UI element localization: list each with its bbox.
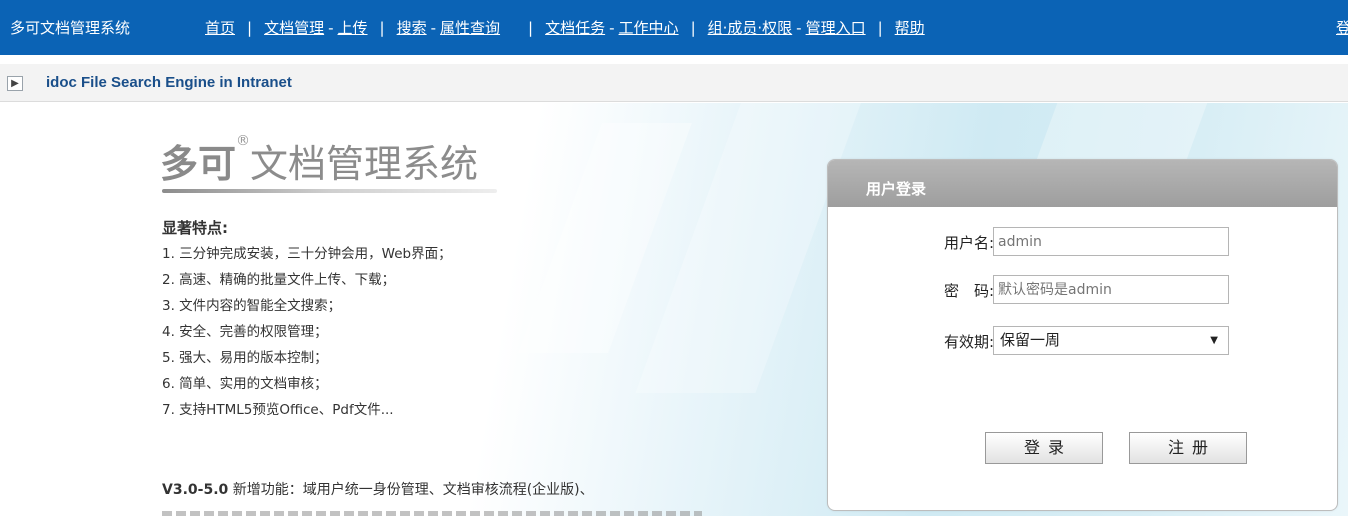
main-area: 多可®文档管理系统 显著特点: 1. 三分钟完成安装，三十分钟会用，Web界面；… xyxy=(0,103,1348,516)
validity-select[interactable]: 保留一周 ▼ xyxy=(993,326,1229,355)
nav-dash: - xyxy=(328,19,334,37)
expand-arrow-icon[interactable]: ▶ xyxy=(7,76,23,91)
password-input[interactable] xyxy=(993,275,1229,304)
nav-separator: | xyxy=(528,19,534,37)
validity-value: 保留一周 xyxy=(1000,331,1061,349)
nav-separator: | xyxy=(690,19,696,37)
feature-item: 7. 支持HTML5预览Office、Pdf文件... xyxy=(162,402,394,418)
nav-upload[interactable]: 上传 xyxy=(338,19,368,37)
feature-item: 3. 文件内容的智能全文搜索； xyxy=(162,298,342,314)
top-nav-bar: 多可文档管理系统 首页 | 文档管理 - 上传 | 搜索 - 属性查询 | 文档任务 - 工作中心 | 组·… xyxy=(0,0,1348,55)
nav-attribute-query[interactable]: 属性查询 xyxy=(440,19,500,37)
nav-doc-tasks[interactable]: 文档任务 xyxy=(545,19,605,37)
login-panel-title: 用户登录 xyxy=(828,160,1337,207)
logo-underline xyxy=(162,189,497,193)
feature-heading: 显著特点: xyxy=(162,219,228,237)
nav-dash: - xyxy=(430,19,437,37)
chevron-down-icon: ▼ xyxy=(1210,335,1218,346)
truncated-text-line xyxy=(162,505,702,516)
nav-doc-management[interactable]: 文档管理 xyxy=(264,19,324,37)
sub-header: ▶ idoc File Search Engine in Intranet xyxy=(0,64,1348,102)
nav-separator: | xyxy=(379,19,385,37)
feature-list: 显著特点: 1. 三分钟完成安装，三十分钟会用，Web界面； 2. 高速、精确的… xyxy=(162,215,452,423)
decorative-shape xyxy=(1035,103,1215,163)
login-button[interactable]: 登录 xyxy=(985,432,1103,464)
main-nav: 首页 | 文档管理 - 上传 | 搜索 - 属性查询 | 文档任务 - 工作中心 | 组·成员·权限 - 管理入… xyxy=(205,17,925,38)
logo-brand: 多可 xyxy=(160,142,237,186)
nav-home[interactable]: 首页 xyxy=(205,19,235,37)
nav-dash: - xyxy=(609,19,615,37)
new-features: V3.0-5.0 新增功能：域用户统一身份管理、文档审核流程(企业版)、 xyxy=(162,479,594,499)
username-input[interactable] xyxy=(993,227,1229,256)
nav-dash: - xyxy=(796,19,802,37)
password-row: 密 码: xyxy=(828,275,1337,305)
version-range: V3.0-5.0 xyxy=(162,482,229,498)
feature-item: 4. 安全、完善的权限管理； xyxy=(162,324,328,340)
feature-item: 6. 简单、实用的文档审核； xyxy=(162,376,328,392)
feature-item: 5. 强大、易用的版本控制； xyxy=(162,350,328,366)
feature-item: 2. 高速、精确的批量文件上传、下载； xyxy=(162,272,396,288)
feature-item: 1. 三分钟完成安装，三十分钟会用，Web界面； xyxy=(162,246,452,262)
nav-login-partial[interactable]: 登 xyxy=(1336,17,1348,38)
sub-header-title: idoc File Search Engine in Intranet xyxy=(46,74,292,91)
nav-group-member-permission[interactable]: 组·成员·权限 xyxy=(708,19,793,37)
nav-admin-entry[interactable]: 管理入口 xyxy=(806,19,866,37)
password-label: 密 码: xyxy=(943,282,994,300)
system-name: 多可文档管理系统 xyxy=(10,19,131,37)
validity-label: 有效期: xyxy=(943,333,994,351)
logo-text: 文档管理系统 xyxy=(250,142,479,186)
username-label: 用户名: xyxy=(943,234,994,252)
product-logo: 多可®文档管理系统 xyxy=(160,133,497,193)
nav-search[interactable]: 搜索 xyxy=(397,19,427,37)
nav-work-center[interactable]: 工作中心 xyxy=(619,19,679,37)
validity-row: 有效期: 保留一周 ▼ xyxy=(828,326,1337,356)
nav-help[interactable]: 帮助 xyxy=(895,19,925,37)
nav-separator: | xyxy=(877,19,883,37)
login-panel: 用户登录 用户名: 密 码: 有效期: 保留一周 ▼ 登录 注册 xyxy=(827,159,1338,511)
nav-separator: | xyxy=(247,19,253,37)
new-features-text: 新增功能：域用户统一身份管理、文档审核流程(企业版)、 xyxy=(228,482,594,498)
logo-registered: ® xyxy=(236,133,251,149)
register-button[interactable]: 注册 xyxy=(1129,432,1247,464)
username-row: 用户名: xyxy=(828,227,1337,257)
